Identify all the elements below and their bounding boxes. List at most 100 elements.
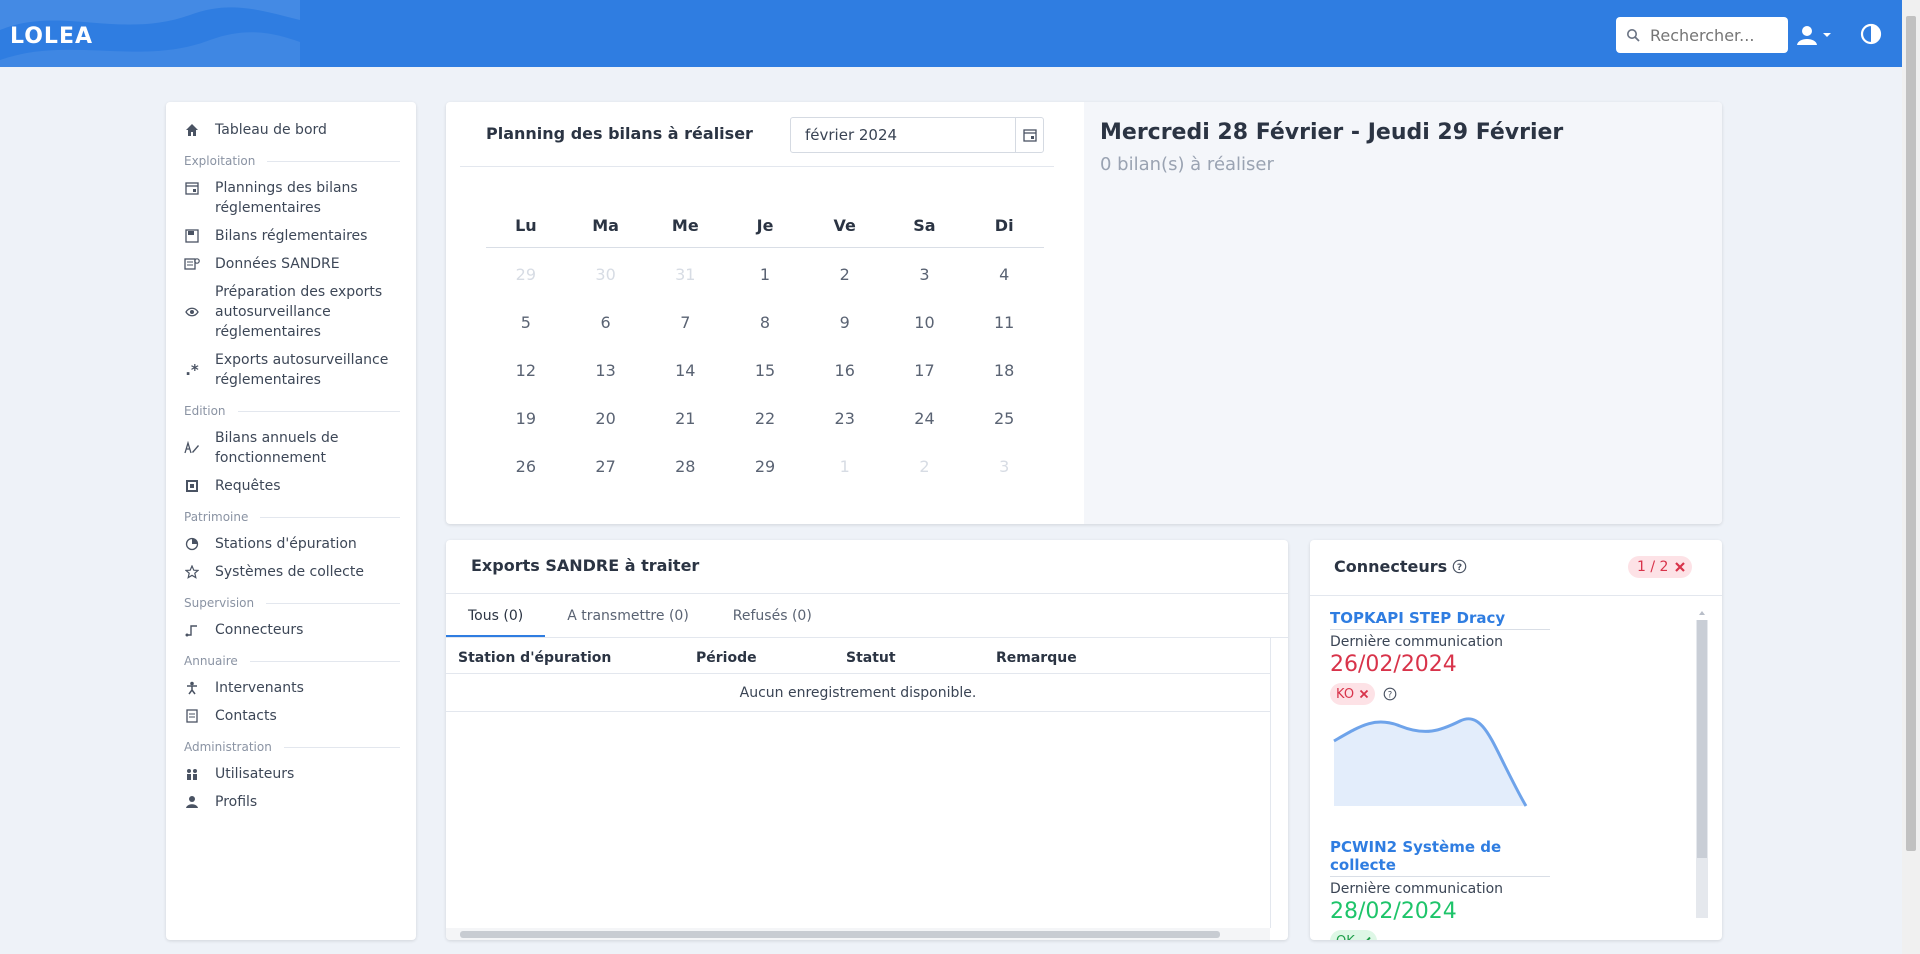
app-logo[interactable]: LOLEA [10,24,93,49]
calendar-day[interactable]: 1 [725,265,805,284]
user-menu-button[interactable] [1796,22,1836,48]
calendar-day[interactable]: 21 [645,409,725,428]
sidebar-item-preparation[interactable]: Préparation des exports autosurveillance… [166,278,416,346]
help-icon[interactable]: ? [1452,559,1467,574]
close-icon [1675,562,1686,572]
calendar-icon [1022,129,1037,142]
calendar-day[interactable]: 23 [805,409,885,428]
calendar-day[interactable]: 28 [645,457,725,476]
sidebar-item-bilans[interactable]: Bilans réglementaires [166,222,416,250]
sidebar-item-label: Tableau de bord [215,122,327,138]
calendar-day[interactable]: 16 [805,361,885,380]
search-box[interactable] [1616,17,1788,53]
calendar-day[interactable]: 22 [725,409,805,428]
sidebar-item-profils[interactable]: Profils [166,788,416,816]
connecteurs-title-label: Connecteurs [1334,557,1448,576]
sidebar-item-sandre[interactable]: Données SANDRE [166,250,416,278]
help-icon[interactable]: ? [1383,687,1397,701]
calendar-day[interactable]: 2 [885,457,965,476]
query-icon [184,476,200,496]
calendar-day[interactable]: 3 [964,457,1044,476]
calendar-day[interactable]: 7 [645,313,725,332]
month-picker-button[interactable] [1015,118,1043,152]
sidebar-item-intervenants[interactable]: Intervenants [166,674,416,702]
last-communication-label: Dernière communication [1330,634,1504,650]
weekday-label: Sa [913,216,936,235]
table-horizontal-scrollbar[interactable] [446,928,1270,940]
calendar-day[interactable]: 18 [964,361,1044,380]
calendar-day[interactable]: 25 [964,409,1044,428]
svg-text:?: ? [1388,689,1392,699]
sidebar-item-systemes[interactable]: Systèmes de collecte [166,558,416,586]
month-picker[interactable]: février 2024 [790,117,1044,153]
calendar-day[interactable]: 6 [566,313,646,332]
tab-tous[interactable]: Tous (0) [446,594,546,637]
calendar-day[interactable]: 17 [885,361,965,380]
calendar-day[interactable]: 14 [645,361,725,380]
table-scroll-thumb[interactable] [460,931,1220,938]
sidebar-item-bilans-annuels[interactable]: Bilans annuels de fonctionnement [166,424,416,472]
page-scrollbar[interactable] [1902,0,1920,954]
last-communication-date: 26/02/2024 [1330,652,1457,677]
calendar-day[interactable]: 29 [486,265,566,284]
month-picker-value[interactable]: février 2024 [791,118,1015,152]
section-label: Supervision [184,596,255,610]
column-header[interactable]: Période [696,648,846,673]
calendar-day[interactable]: 13 [566,361,646,380]
calendar-day[interactable]: 19 [486,409,566,428]
calendar-weekdays: Lu Ma Me Je Ve Sa Di [486,204,1044,248]
calendar-day[interactable]: 29 [725,457,805,476]
sidebar-item-connecteurs[interactable]: Connecteurs [166,616,416,644]
calendar-day[interactable]: 24 [885,409,965,428]
calendar-day[interactable]: 4 [964,265,1044,284]
column-header[interactable]: Remarque [996,648,1270,673]
table-vertical-scrollbar[interactable] [1270,638,1288,928]
sidebar-item-exports[interactable]: .* Exports autosurveillance réglementair… [166,346,416,394]
column-header[interactable]: Statut [846,648,996,673]
calendar-icon [184,178,200,198]
sidebar-item-plannings[interactable]: Plannings des bilans réglementaires [166,174,416,222]
tab-a-transmettre[interactable]: A transmettre (0) [545,594,711,637]
tab-refuses[interactable]: Refusés (0) [711,594,834,637]
data-icon [184,254,200,274]
sidebar-item-utilisateurs[interactable]: Utilisateurs [166,760,416,788]
sidebar-item-requetes[interactable]: Requêtes [166,472,416,500]
calendar-day[interactable]: 15 [725,361,805,380]
search-input[interactable] [1650,25,1780,45]
scroll-up-arrow-icon[interactable] [1696,608,1708,618]
calendar-day[interactable]: 12 [486,361,566,380]
sidebar: Tableau de bord Exploitation Plannings d… [166,102,416,940]
caret-down-icon [1823,33,1831,37]
calendar-day[interactable]: 11 [964,313,1044,332]
sidebar-item-label: Requêtes [215,478,281,494]
connecteur-name[interactable]: TOPKAPI STEP Dracy [1330,609,1550,630]
calendar-day[interactable]: 27 [566,457,646,476]
sidebar-item-contacts[interactable]: Contacts [166,702,416,730]
bilan-count: 0 bilan(s) à réaliser [1100,154,1274,175]
calendar-day[interactable]: 1 [805,457,885,476]
calendar-day[interactable]: 3 [885,265,965,284]
calendar-day[interactable]: 5 [486,313,566,332]
calendar-day[interactable]: 26 [486,457,566,476]
theme-toggle-icon[interactable] [1860,23,1882,45]
calendar-day[interactable]: 9 [805,313,885,332]
sidebar-item-dashboard[interactable]: Tableau de bord [166,116,416,144]
calendar-day[interactable]: 30 [566,265,646,284]
connecteurs-count: 1 / 2 [1637,559,1669,575]
sidebar-item-label: Bilans annuels de fonctionnement [215,430,339,466]
connecteurs-status-badge[interactable]: 1 / 2 [1628,556,1693,578]
star-icon [184,562,200,582]
calendar-day[interactable]: 8 [725,313,805,332]
calendar-day[interactable]: 2 [805,265,885,284]
column-header[interactable]: Station d'épuration [446,648,696,673]
calendar-day[interactable]: 20 [566,409,646,428]
scrollbar-thumb[interactable] [1697,620,1707,858]
calendar-day[interactable]: 10 [885,313,965,332]
calendar-day[interactable]: 31 [645,265,725,284]
section-edition: Edition [166,394,416,424]
page-scrollbar-thumb[interactable] [1906,16,1916,851]
weekday-label: Je [756,216,774,235]
connecteur-name[interactable]: PCWIN2 Système de collecte [1330,838,1550,877]
connecteurs-scrollbar[interactable] [1696,608,1708,930]
sidebar-item-stations[interactable]: Stations d'épuration [166,530,416,558]
